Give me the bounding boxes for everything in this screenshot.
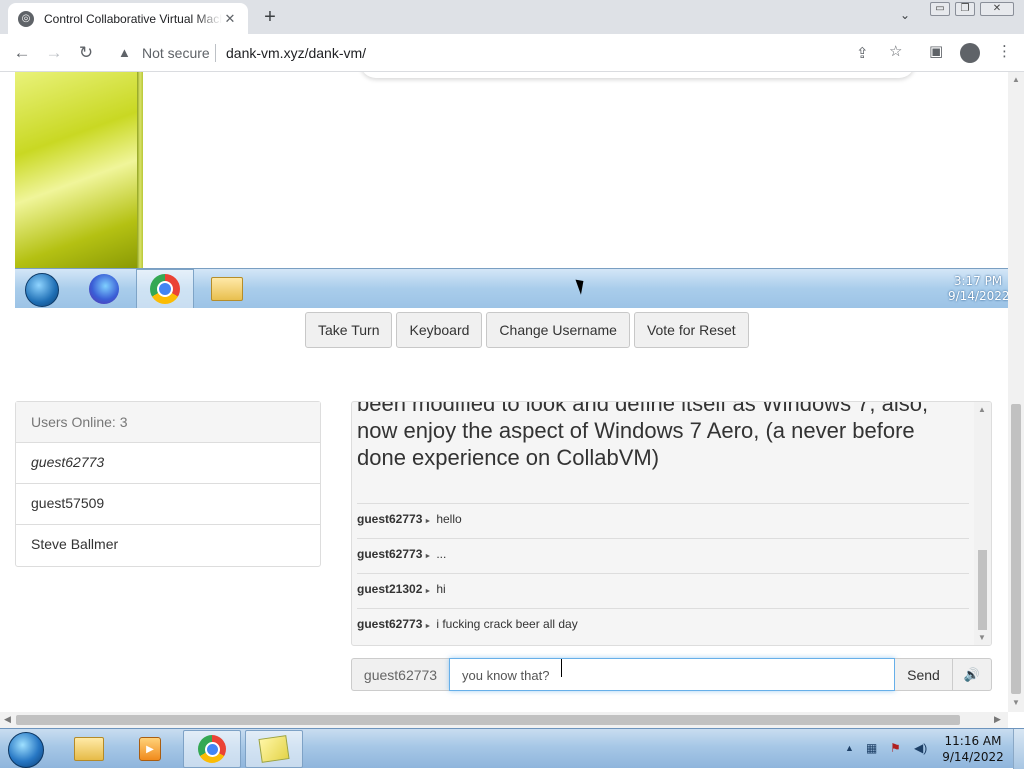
chat-text: ... <box>436 547 447 561</box>
vm-control-buttons: Take Turn Keyboard Change Username Vote … <box>305 312 749 348</box>
chat-input-group: guest62773 you know that? Send 🔊 <box>351 658 992 691</box>
chat-username-label: guest62773 <box>351 658 449 691</box>
host-clock-date: 9/14/2022 <box>942 750 1004 764</box>
volume-icon[interactable]: 🔊 <box>953 658 992 691</box>
page-hscroll-thumb[interactable] <box>16 715 960 725</box>
browser-tab-strip: ◎ Control Collaborative Virtual Machine … <box>0 0 1024 34</box>
vm-chrome-icon[interactable] <box>136 269 194 308</box>
globe-icon: ◎ <box>18 10 34 27</box>
chrome-icon[interactable] <box>183 730 241 768</box>
page-content: 3:17 PM 9/14/2022 Take Turn Keyboard Cha… <box>0 72 1008 712</box>
vm-screen[interactable]: 3:17 PM 9/14/2022 <box>15 72 1008 308</box>
share-icon[interactable]: ⇪ <box>856 44 869 62</box>
security-label[interactable]: Not secure <box>142 45 210 61</box>
page-scrollbar-thumb[interactable] <box>1011 404 1021 694</box>
scroll-up-arrow-icon[interactable]: ▲ <box>1012 75 1020 84</box>
chat-text: hello <box>436 512 462 526</box>
minimize-button[interactable]: ▭ <box>930 2 950 16</box>
page-vertical-scrollbar[interactable]: ▲ ▼ <box>1008 72 1024 712</box>
kebab-menu-icon[interactable]: ⋮ <box>997 42 1012 60</box>
scroll-down-arrow-icon[interactable]: ▼ <box>1012 698 1020 707</box>
tray-expand-icon[interactable]: ▲ <box>845 743 854 753</box>
vm-taskbar[interactable]: 3:17 PM 9/14/2022 <box>15 268 1008 308</box>
maximize-button[interactable]: ❐ <box>955 2 975 16</box>
chat-username: guest62773 <box>357 547 423 561</box>
user-list-item[interactable]: guest62773 <box>16 443 320 484</box>
scroll-left-arrow-icon[interactable]: ◀ <box>4 714 11 725</box>
chat-message: guest21302 ► hi <box>357 573 969 608</box>
address-bar[interactable]: ▲ Not secure dank-vm.xyz/dank-vm/ ⇪ <box>108 39 888 67</box>
warning-triangle-icon[interactable]: ▲ <box>118 45 131 60</box>
vm-clock[interactable]: 3:17 PM 9/14/2022 <box>948 274 1008 304</box>
vm-start-orb-icon[interactable] <box>25 273 59 307</box>
host-clock[interactable]: 11:16 AM 9/14/2022 <box>938 733 1008 765</box>
chat-text: i fucking crack beer all day <box>436 617 578 631</box>
reload-icon[interactable]: ↻ <box>74 41 98 65</box>
profile-icon[interactable] <box>960 43 980 63</box>
close-window-button[interactable]: ✕ <box>980 2 1014 16</box>
action-center-flag-icon[interactable]: ⚑ <box>890 741 901 755</box>
host-taskbar: ▶ ▲ ▦ ⚑ ◀) 11:16 AM 9/14/2022 <box>0 728 1024 769</box>
vm-folder-icon[interactable] <box>198 269 256 308</box>
users-online-header: Users Online: 3 <box>16 402 320 443</box>
star-icon[interactable]: ☆ <box>889 42 902 60</box>
chat-message: guest62773 ►... <box>357 538 969 573</box>
browser-tab[interactable]: ◎ Control Collaborative Virtual Machine … <box>8 3 248 34</box>
chat-message-input[interactable]: you know that? <box>449 658 895 691</box>
show-desktop-button[interactable] <box>1013 729 1024 769</box>
vm-desktop-wallpaper <box>15 72 137 268</box>
take-turn-button[interactable]: Take Turn <box>305 312 393 348</box>
speaker-icon[interactable]: ◀) <box>914 741 927 755</box>
scroll-down-arrow-icon[interactable]: ▼ <box>978 633 986 642</box>
text-cursor-icon <box>561 659 563 677</box>
side-panel-icon[interactable]: ▣ <box>929 42 943 60</box>
chat-scrollbar-thumb[interactable] <box>978 550 987 630</box>
chat-arrow-icon: ► <box>424 588 432 595</box>
chat-username: guest21302 <box>357 582 423 596</box>
chat-arrow-icon: ► <box>424 518 432 525</box>
chat-text: hi <box>436 582 446 596</box>
chat-arrow-icon: ► <box>424 623 432 630</box>
chat-panel[interactable]: been modified to look and define itself … <box>351 401 992 646</box>
vm-window-edge <box>137 72 143 268</box>
chat-motd-text: been modified to look and define itself … <box>357 401 929 470</box>
forward-arrow-icon[interactable]: → <box>42 41 66 65</box>
online-users-panel: Users Online: 3 guest62773 guest57509 St… <box>15 401 321 567</box>
start-orb-icon[interactable] <box>8 732 44 768</box>
chat-username: guest62773 <box>357 512 423 526</box>
url-text[interactable]: dank-vm.xyz/dank-vm/ <box>226 45 366 61</box>
address-separator <box>215 44 216 62</box>
back-arrow-icon[interactable]: ← <box>10 41 34 65</box>
chat-message: guest62773 ► hello <box>357 503 969 538</box>
media-player-icon[interactable]: ▶ <box>121 730 179 768</box>
user-list-item[interactable]: Steve Ballmer <box>16 525 320 566</box>
vote-reset-button[interactable]: Vote for Reset <box>633 312 749 348</box>
tab-close-icon[interactable]: ✕ <box>222 11 238 27</box>
host-clock-time: 11:16 AM <box>944 734 1002 748</box>
scroll-up-arrow-icon[interactable]: ▲ <box>978 405 986 414</box>
new-tab-button[interactable]: + <box>258 6 282 30</box>
browser-toolbar: ← → ↻ ▲ Not secure dank-vm.xyz/dank-vm/ … <box>0 34 1024 72</box>
explorer-folder-icon[interactable] <box>60 730 118 768</box>
change-username-button[interactable]: Change Username <box>486 312 630 348</box>
page-horizontal-scrollbar[interactable]: ◀ ▶ <box>0 712 1008 728</box>
send-button[interactable]: Send <box>895 658 953 691</box>
user-list-item[interactable]: guest57509 <box>16 484 320 525</box>
chat-message: guest62773 ► i fucking crack beer all day <box>357 608 969 643</box>
scroll-right-arrow-icon[interactable]: ▶ <box>994 714 1001 725</box>
vm-window-bottom <box>360 72 915 78</box>
chat-arrow-icon: ► <box>424 553 432 560</box>
network-icon[interactable]: ▦ <box>866 741 877 755</box>
tab-title: Control Collaborative Virtual Machine <box>44 11 222 26</box>
sticky-notes-icon[interactable] <box>245 730 303 768</box>
vm-firefox-icon[interactable] <box>75 269 133 308</box>
vm-clock-date: 9/14/2022 <box>948 289 1008 303</box>
keyboard-button[interactable]: Keyboard <box>396 312 483 348</box>
chat-scrollbar[interactable]: ▲ ▼ <box>974 402 991 645</box>
chat-username: guest62773 <box>357 617 423 631</box>
vm-clock-time: 3:17 PM <box>953 274 1003 288</box>
tab-search-chevron-icon[interactable]: ⌄ <box>895 8 915 26</box>
